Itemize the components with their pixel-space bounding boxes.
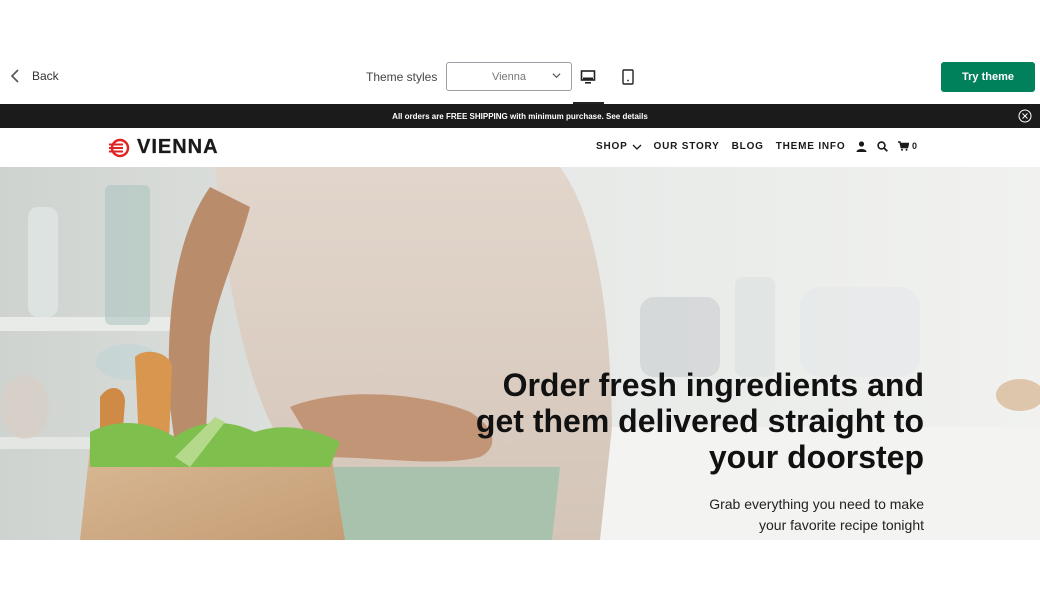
logo-text: VIENNA xyxy=(137,136,219,158)
logo[interactable]: VIENNA xyxy=(109,136,219,159)
hero-subtext-line-1: Grab everything you need to make xyxy=(709,496,924,512)
search-button[interactable] xyxy=(877,140,889,152)
account-button[interactable] xyxy=(856,140,868,152)
nav-label-blog: BLOG xyxy=(731,141,764,152)
announcement-text[interactable]: All orders are FREE SHIPPING with minimu… xyxy=(392,112,648,121)
theme-style-value: Vienna xyxy=(491,70,527,83)
try-theme-button[interactable]: Try theme xyxy=(941,62,1035,92)
hero-banner: Order fresh ingredients and get them del… xyxy=(0,167,1040,540)
desktop-icon xyxy=(580,70,596,84)
hero-text: Order fresh ingredients and get them del… xyxy=(454,367,924,536)
desktop-view-button[interactable] xyxy=(573,62,603,92)
back-button[interactable]: Back xyxy=(10,68,59,84)
hero-headline-line-3: your doorstep xyxy=(708,439,924,475)
cart-button[interactable]: 0 xyxy=(898,141,917,151)
announcement-bar: All orders are FREE SHIPPING with minimu… xyxy=(0,104,1040,128)
main-nav: SHOP OUR STORY BLOG THEME INFO xyxy=(596,141,845,152)
cart-icon xyxy=(898,141,909,151)
nav-label-our-story: OUR STORY xyxy=(653,141,720,152)
chevron-down-icon xyxy=(552,73,561,79)
header-icons: 0 xyxy=(856,140,917,152)
close-icon[interactable] xyxy=(1018,109,1032,123)
nav-item-theme-info[interactable]: THEME INFO xyxy=(776,141,846,152)
hero-headline-line-2: get them delivered straight to xyxy=(475,403,924,439)
preview-toolbar: Back Theme styles Vienna Try theme xyxy=(0,50,1040,104)
logo-mark-icon xyxy=(109,138,130,157)
search-icon xyxy=(877,140,888,152)
hero-headline-line-1: Order fresh ingredients and xyxy=(502,367,924,403)
user-icon xyxy=(856,140,867,152)
nav-item-shop[interactable]: SHOP xyxy=(596,141,642,152)
hero-subtext: Grab everything you need to make your fa… xyxy=(454,494,924,536)
nav-label-theme-info: THEME INFO xyxy=(775,141,846,152)
nav-item-our-story[interactable]: OUR STORY xyxy=(654,141,720,152)
theme-style-select[interactable]: Vienna xyxy=(446,62,572,91)
tablet-view-button[interactable] xyxy=(613,62,643,92)
chevron-left-icon xyxy=(10,69,19,83)
tablet-icon xyxy=(622,69,634,85)
theme-styles-label: Theme styles xyxy=(366,70,438,84)
hero-subtext-line-2: your favorite recipe tonight xyxy=(759,517,924,533)
nav-item-blog[interactable]: BLOG xyxy=(732,141,764,152)
cart-count: 0 xyxy=(912,141,918,151)
chevron-down-icon xyxy=(632,144,642,150)
site-header: VIENNA SHOP OUR STORY BLOG THEME INFO 0 xyxy=(0,128,1040,167)
nav-label-shop: SHOP xyxy=(596,141,628,152)
hero-headline: Order fresh ingredients and get them del… xyxy=(454,367,924,475)
back-label: Back xyxy=(32,69,59,83)
